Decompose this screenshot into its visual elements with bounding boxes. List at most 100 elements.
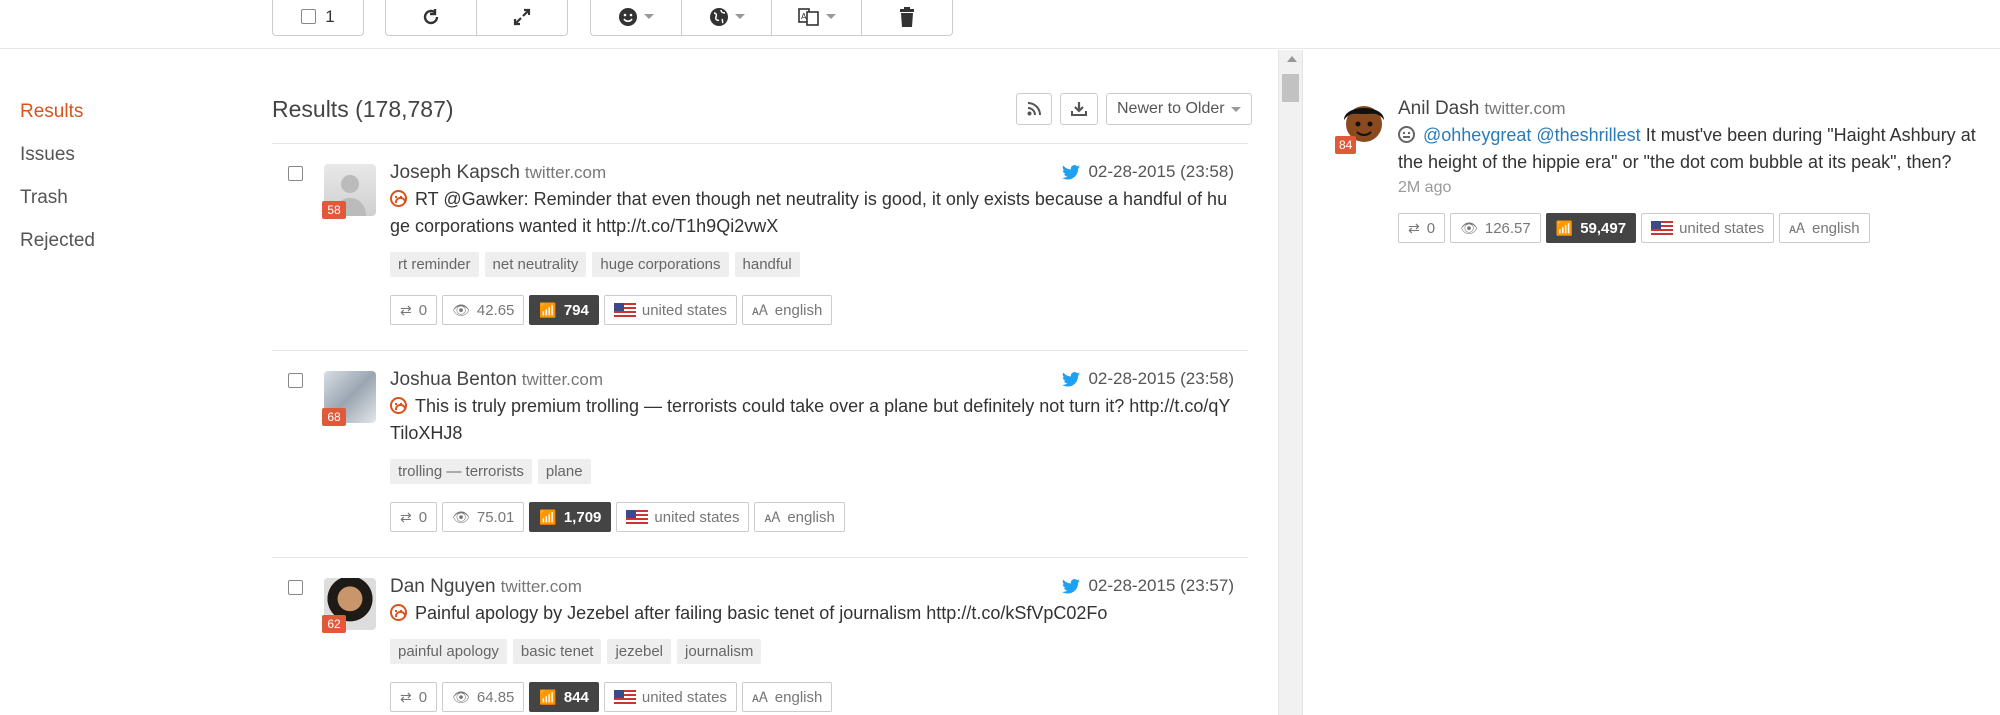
author-name[interactable]: Dan Nguyen	[390, 576, 496, 597]
tag[interactable]: rt reminder	[390, 252, 479, 277]
sort-label: Newer to Older	[1117, 100, 1225, 117]
author-name[interactable]: Joseph Kapsch	[390, 162, 520, 183]
language-label: english	[1812, 219, 1860, 237]
country-stat[interactable]: united states	[1641, 213, 1775, 243]
author-name[interactable]: Joshua Benton	[390, 369, 517, 390]
translate-icon: 🗚	[764, 508, 781, 525]
post-checkbox[interactable]	[288, 373, 303, 388]
sidebar-item-issues[interactable]: Issues	[20, 141, 95, 184]
mention-link[interactable]: @ohheygreat	[1423, 125, 1531, 145]
tag[interactable]: handful	[734, 252, 800, 277]
retweet-stat[interactable]: ⇄ 0	[390, 682, 438, 712]
refresh-button[interactable]	[386, 0, 477, 35]
tag[interactable]: basic tenet	[512, 639, 602, 664]
delete-button[interactable]	[862, 0, 952, 35]
rss-button[interactable]	[1016, 93, 1052, 125]
sentiment-filter-button[interactable]	[591, 0, 682, 35]
sidebar-item-results[interactable]: Results	[20, 98, 95, 141]
chevron-down-icon	[734, 14, 745, 19]
expand-icon	[513, 8, 531, 25]
retweet-count: 0	[418, 508, 428, 526]
author-name[interactable]: Anil Dash	[1398, 98, 1479, 119]
sidebar-item-rejected[interactable]: Rejected	[20, 227, 95, 270]
tag[interactable]: journalism	[677, 639, 762, 664]
scroll-up-icon[interactable]	[1287, 56, 1297, 62]
country-stat[interactable]: united states	[616, 502, 750, 532]
language-stat[interactable]: 🗚 english	[754, 502, 845, 532]
filter-group: A	[590, 0, 953, 36]
post-checkbox[interactable]	[288, 166, 303, 181]
translate-icon: 🗚	[1789, 219, 1805, 236]
list-item[interactable]: 58 Joseph Kapsch twitter.com 02-28-2015 (…	[272, 143, 1248, 350]
tag[interactable]: trolling — terrorists	[390, 459, 532, 484]
translate-icon: 🗚	[751, 688, 768, 705]
select-group: 1	[272, 0, 364, 36]
tag[interactable]: net neutrality	[484, 252, 587, 277]
chevron-down-icon	[644, 14, 654, 19]
eye-icon: 👁	[1460, 219, 1478, 236]
language-filter-button[interactable]: A	[772, 0, 862, 35]
list-item[interactable]: 62 Dan Nguyen twitter.com 02-28-2015 (23:…	[272, 557, 1248, 715]
views-stat[interactable]: 👁 64.85	[442, 682, 525, 712]
view-group	[385, 0, 568, 36]
score-badge: 84	[1335, 136, 1357, 154]
language-stat[interactable]: 🗚 english	[741, 295, 833, 325]
reach-stat[interactable]: 📶 59,497	[1545, 213, 1637, 243]
language-stat[interactable]: 🗚 english	[1779, 213, 1870, 243]
reach-count: 844	[563, 688, 589, 706]
tag[interactable]: painful apology	[390, 639, 507, 664]
results-tools: Newer to Older	[1016, 93, 1252, 125]
post-checkbox[interactable]	[288, 580, 303, 595]
us-flag-icon	[626, 510, 649, 524]
eye-icon: 👁	[452, 301, 470, 318]
retweet-count: 0	[1426, 219, 1436, 237]
reach-stat[interactable]: 📶 794	[529, 295, 599, 325]
toolbar: 1 A	[0, 0, 2000, 49]
language-label: english	[774, 301, 823, 319]
expand-button[interactable]	[477, 0, 567, 35]
tag[interactable]: jezebel	[607, 639, 672, 664]
language-label: english	[787, 508, 835, 526]
scrollbar[interactable]	[1278, 50, 1302, 715]
wifi-icon: 📶	[1555, 219, 1574, 236]
smiley-icon	[619, 7, 637, 26]
language-stat[interactable]: 🗚 english	[741, 682, 833, 712]
neutral-sentiment-icon	[1398, 126, 1415, 143]
scrollbar-thumb[interactable]	[1282, 74, 1299, 102]
svg-text:A: A	[801, 12, 807, 21]
select-checkbox[interactable]	[301, 9, 317, 24]
tag[interactable]: plane	[537, 459, 591, 484]
eye-icon: 👁	[452, 508, 470, 525]
tag[interactable]: huge corporations	[592, 252, 729, 277]
reach-stat[interactable]: 📶 844	[529, 682, 599, 712]
post-text-content: This is truly premium trolling — terrori…	[390, 396, 1231, 443]
retweet-stat[interactable]: ⇄ 0	[1398, 213, 1446, 243]
views-count: 64.85	[476, 688, 515, 706]
country-stat[interactable]: united states	[603, 682, 737, 712]
country-stat[interactable]: united states	[603, 295, 737, 325]
mention-link[interactable]: @theshrillest	[1536, 125, 1640, 145]
retweet-icon: ⇄	[400, 508, 412, 525]
post-stats: ⇄ 0 👁 64.85 📶 844 united states 🗚 english	[390, 682, 1234, 712]
country-filter-button[interactable]	[682, 0, 772, 35]
reach-stat[interactable]: 📶 1,709	[529, 502, 612, 532]
reach-count: 794	[563, 301, 589, 319]
download-button[interactable]	[1060, 93, 1098, 125]
post-text-content: RT @Gawker: Reminder that even though ne…	[390, 189, 1228, 236]
sidebar-item-trash[interactable]: Trash	[20, 184, 95, 227]
retweet-stat[interactable]: ⇄ 0	[390, 502, 438, 532]
views-stat[interactable]: 👁 75.01	[442, 502, 525, 532]
list-item[interactable]: 68 Joshua Benton twitter.com 02-28-2015 (…	[272, 350, 1248, 557]
results-title: Results (178,787)	[272, 96, 454, 122]
translate-icon: 🗚	[751, 301, 768, 318]
eye-icon: 👁	[452, 688, 470, 705]
retweet-icon: ⇄	[400, 301, 412, 318]
sort-dropdown[interactable]: Newer to Older	[1106, 93, 1252, 125]
views-stat[interactable]: 👁 42.65	[442, 295, 525, 325]
source-label: twitter.com	[500, 577, 582, 596]
negative-sentiment-icon	[390, 190, 407, 207]
retweet-stat[interactable]: ⇄ 0	[390, 295, 438, 325]
select-all-button[interactable]: 1	[273, 0, 363, 35]
views-stat[interactable]: 👁 126.57	[1450, 213, 1541, 243]
negative-sentiment-icon	[390, 604, 407, 621]
